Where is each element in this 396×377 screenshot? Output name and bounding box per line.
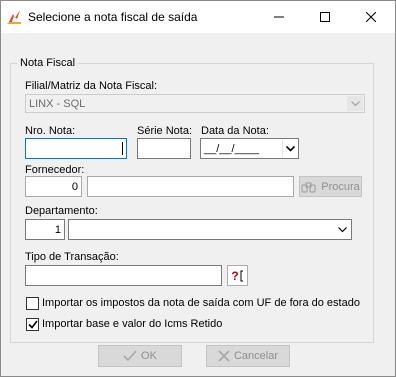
procura-label: Procura — [321, 180, 360, 193]
serie-nota-label: Série Nota: — [137, 125, 193, 137]
minimize-button[interactable] — [256, 1, 302, 33]
checkmark-icon — [27, 320, 38, 329]
bracket-icon — [240, 270, 243, 281]
fornecedor-code-input[interactable]: 0 — [25, 176, 82, 197]
departamento-label: Departamento: — [25, 205, 98, 217]
dialog-window: Selecione a nota fiscal de saída Nota Fi… — [0, 0, 396, 377]
import-icms-checkbox[interactable] — [26, 318, 39, 331]
departamento-select[interactable] — [68, 219, 352, 240]
nro-nota-input[interactable] — [25, 138, 127, 159]
maximize-button[interactable] — [302, 1, 348, 33]
fornecedor-name-input[interactable] — [87, 176, 294, 197]
tipo-transacao-input[interactable] — [25, 265, 222, 286]
fornecedor-label: Fornecedor: — [25, 164, 85, 176]
close-icon — [366, 12, 376, 22]
filial-value: LINX - SQL — [29, 97, 86, 110]
tipo-transacao-label: Tipo de Transação: — [25, 251, 119, 263]
title-bar[interactable]: Selecione a nota fiscal de saída — [1, 1, 395, 33]
maximize-icon — [320, 12, 330, 22]
ok-button[interactable]: OK — [98, 345, 182, 367]
data-nota-value: __/__/____ — [204, 142, 260, 155]
text-caret — [122, 142, 123, 155]
departamento-code-input[interactable]: 1 — [25, 219, 65, 240]
ok-label: OK — [141, 350, 157, 362]
cancel-x-icon — [218, 350, 230, 362]
minimize-icon — [274, 16, 284, 18]
binoculars-icon — [301, 182, 316, 192]
tipo-transacao-lookup-button[interactable]: ? — [227, 265, 248, 286]
import-taxes-label[interactable]: Importar os impostos da nota de saída co… — [42, 297, 360, 309]
chevron-down-icon — [347, 96, 363, 111]
data-nota-label: Data da Nota: — [201, 125, 269, 137]
cancel-button[interactable]: Cancelar — [206, 345, 290, 367]
import-icms-label[interactable]: Importar base e valor do Icms Retido — [42, 318, 222, 330]
chevron-down-icon — [334, 221, 350, 238]
serie-nota-input[interactable] — [137, 138, 191, 159]
chevron-down-icon[interactable] — [282, 140, 297, 157]
nro-nota-label: Nro. Nota: — [25, 125, 76, 137]
filial-label: Filial/Matriz da Nota Fiscal: — [25, 80, 158, 92]
import-taxes-checkbox[interactable] — [26, 297, 39, 310]
check-icon — [123, 350, 137, 362]
procura-button[interactable]: Procura — [299, 176, 362, 197]
help-lookup-icon: ? — [231, 268, 239, 283]
cancel-label: Cancelar — [233, 350, 279, 362]
groupbox-title: Nota Fiscal — [17, 57, 79, 69]
window-title: Selecione a nota fiscal de saída — [28, 10, 198, 24]
data-nota-datepicker[interactable]: __/__/____ — [200, 138, 299, 159]
close-button[interactable] — [348, 1, 394, 33]
filial-select[interactable]: LINX - SQL — [25, 94, 365, 113]
linx-red-logo-icon — [7, 10, 21, 24]
